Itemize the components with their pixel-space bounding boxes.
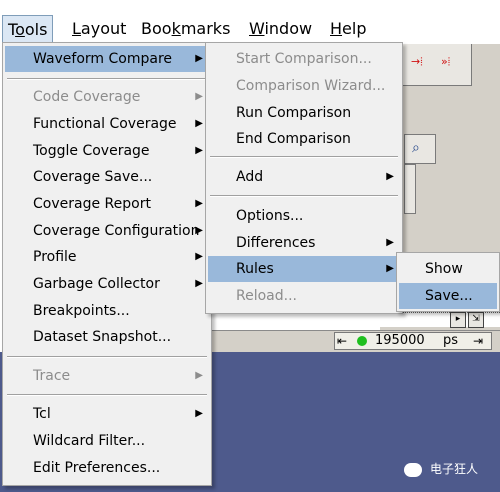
- menu-item-label: Wildcard Filter...: [33, 433, 146, 449]
- menu-item-end-comparison[interactable]: End Comparison: [208, 126, 400, 152]
- menu-separator: [7, 356, 207, 358]
- submenu-arrow-icon: ▶: [195, 118, 203, 129]
- menu-item-garbage-collector[interactable]: Garbage Collector ▶: [5, 271, 209, 297]
- menu-item-label: Options...: [236, 208, 304, 224]
- menu-separator: [210, 195, 398, 197]
- menu-item-trace[interactable]: Trace ▶: [5, 363, 209, 389]
- cursor-right-icon[interactable]: ⇥: [473, 333, 483, 349]
- menu-item-label: Code Coverage: [33, 89, 141, 105]
- submenu-arrow-icon: ▶: [195, 251, 203, 262]
- waveform-compare-submenu: Start Comparison... Comparison Wizard... R…: [205, 42, 403, 314]
- menu-item-label: Differences: [236, 235, 316, 251]
- rules-submenu: Show Save...: [396, 252, 500, 312]
- menu-item-dataset-snapshot[interactable]: Dataset Snapshot...: [5, 324, 209, 350]
- menu-item-options[interactable]: Options...: [208, 203, 400, 229]
- menu-item-label: Profile: [33, 249, 77, 265]
- menu-bookmarks[interactable]: Bookmarks: [141, 18, 230, 40]
- menu-item-coverage-report[interactable]: Coverage Report ▶: [5, 191, 209, 217]
- tools-menu: Waveform Compare ▶ Code Coverage ▶ Functiona…: [2, 42, 212, 486]
- menu-item-label: Run Comparison: [236, 105, 352, 121]
- submenu-arrow-icon: ▶: [386, 171, 394, 182]
- submenu-arrow-icon: ▶: [195, 53, 203, 64]
- menu-item-waveform-compare[interactable]: Waveform Compare ▶: [5, 46, 209, 72]
- last-edge-icon[interactable]: »⦙: [441, 55, 450, 69]
- menu-item-add[interactable]: Add ▶: [208, 164, 400, 190]
- menu-item-label: Coverage Configuration: [33, 223, 200, 239]
- scroll-right-icon[interactable]: ▸: [450, 312, 466, 328]
- menu-window[interactable]: Window: [249, 18, 312, 40]
- menu-item-label: Coverage Save...: [33, 169, 153, 185]
- menu-item-tcl[interactable]: Tcl ▶: [5, 401, 209, 427]
- menu-item-show[interactable]: Show: [399, 256, 497, 282]
- menu-item-label: Rules: [236, 261, 274, 277]
- menu-item-label: Tcl: [33, 406, 51, 422]
- menu-item-label: Waveform Compare: [33, 51, 173, 67]
- menu-item-differences[interactable]: Differences ▶: [208, 230, 400, 256]
- submenu-arrow-icon: ▶: [195, 91, 203, 102]
- menu-item-edit-preferences[interactable]: Edit Preferences...: [5, 455, 209, 481]
- menu-item-reload[interactable]: Reload...: [208, 283, 400, 309]
- menu-separator: [7, 78, 207, 80]
- menu-item-breakpoints[interactable]: Breakpoints...: [5, 298, 209, 324]
- next-edge-icon[interactable]: →⦙: [411, 55, 423, 69]
- menu-item-coverage-configuration[interactable]: Coverage Configuration ▶: [5, 218, 209, 244]
- menu-item-run-comparison[interactable]: Run Comparison: [208, 100, 400, 126]
- menu-item-label: Save...: [425, 288, 473, 304]
- side-panel: [404, 164, 416, 214]
- scroll-end-icon[interactable]: ⇲: [468, 312, 484, 328]
- menu-item-toggle-coverage[interactable]: Toggle Coverage ▶: [5, 138, 209, 164]
- menu-separator: [7, 394, 207, 396]
- menu-item-rules[interactable]: Rules ▶: [208, 256, 400, 282]
- submenu-arrow-icon: ▶: [195, 408, 203, 419]
- menu-item-label: Breakpoints...: [33, 303, 130, 319]
- menu-item-label: Functional Coverage: [33, 116, 177, 132]
- submenu-arrow-icon: ▶: [195, 145, 203, 156]
- cursor-time-field: ⇤ 195000 ps ⇥: [334, 332, 492, 350]
- menu-bar: Tools Layout Bookmarks Window Help: [0, 14, 500, 44]
- menu-item-label: Trace: [33, 368, 71, 384]
- zoom-button[interactable]: ⌕: [404, 134, 436, 164]
- menu-item-label: Reload...: [236, 288, 297, 304]
- menu-item-label: Show: [425, 261, 463, 277]
- menu-item-label: Toggle Coverage: [33, 143, 150, 159]
- menu-item-label: Start Comparison...: [236, 51, 372, 67]
- menu-help[interactable]: Help: [330, 18, 366, 40]
- submenu-arrow-icon: ▶: [195, 198, 203, 209]
- menu-item-label: Comparison Wizard...: [236, 78, 386, 94]
- menu-item-wildcard-filter[interactable]: Wildcard Filter...: [5, 428, 209, 454]
- menu-tools[interactable]: Tools: [2, 15, 54, 43]
- time-value: 195000: [375, 333, 425, 348]
- menu-item-functional-coverage[interactable]: Functional Coverage ▶: [5, 111, 209, 137]
- submenu-arrow-icon: ▶: [195, 278, 203, 289]
- menu-separator: [210, 156, 398, 158]
- submenu-arrow-icon: ▶: [386, 237, 394, 248]
- zoom-icon: ⌕: [412, 140, 420, 156]
- watermark: 电子狂人: [404, 458, 478, 480]
- menu-item-profile[interactable]: Profile ▶: [5, 244, 209, 270]
- menu-item-coverage-save[interactable]: Coverage Save...: [5, 164, 209, 190]
- status-dot-icon: [357, 336, 367, 346]
- menu-item-label: Coverage Report: [33, 196, 151, 212]
- menu-item-code-coverage[interactable]: Code Coverage ▶: [5, 84, 209, 110]
- menu-layout[interactable]: Layout: [72, 18, 126, 40]
- cursor-left-icon[interactable]: ⇤: [337, 333, 347, 349]
- menu-item-label: End Comparison: [236, 131, 351, 147]
- menu-item-label: Edit Preferences...: [33, 460, 161, 476]
- time-unit: ps: [443, 333, 459, 348]
- menu-item-start-comparison[interactable]: Start Comparison...: [208, 46, 400, 72]
- menu-item-label: Garbage Collector: [33, 276, 160, 292]
- toolbar-button-group[interactable]: →⦙ »⦙: [402, 40, 472, 86]
- menu-item-label: Add: [236, 169, 264, 185]
- menu-item-label: Dataset Snapshot...: [33, 329, 172, 345]
- wechat-icon: [404, 462, 422, 477]
- menu-item-save[interactable]: Save...: [399, 283, 497, 309]
- submenu-arrow-icon: ▶: [195, 225, 203, 236]
- submenu-arrow-icon: ▶: [386, 263, 394, 274]
- menu-item-comparison-wizard[interactable]: Comparison Wizard...: [208, 73, 400, 99]
- submenu-arrow-icon: ▶: [195, 370, 203, 381]
- watermark-text: 电子狂人: [430, 462, 479, 476]
- scrollbar[interactable]: ▸ ⇲: [210, 312, 500, 328]
